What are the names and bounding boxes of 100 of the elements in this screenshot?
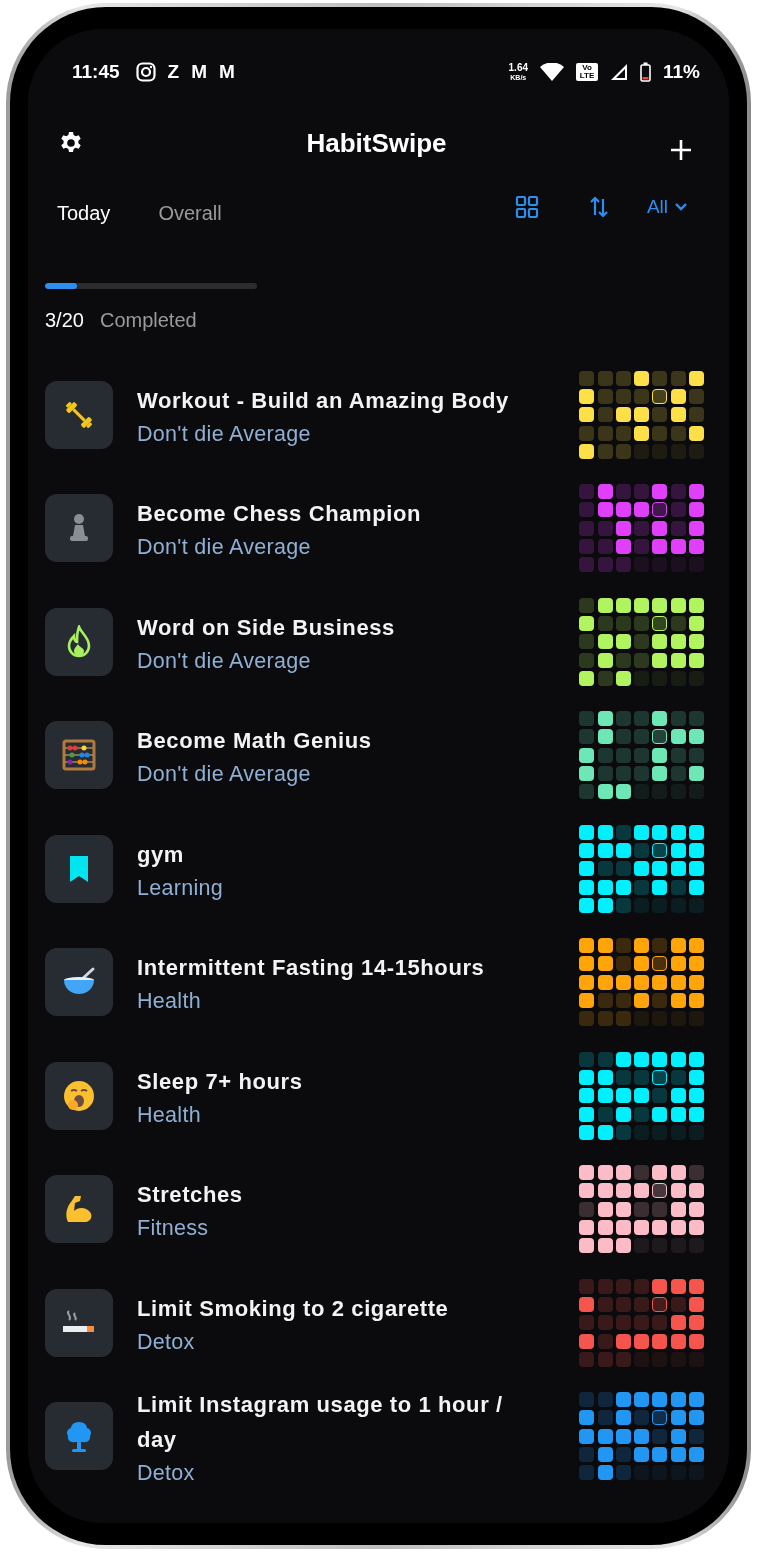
day-cell [634, 615, 650, 631]
day-cell [615, 766, 631, 782]
habit-row[interactable]: Workout - Build an Amazing Body Don't die Average [45, 358, 714, 472]
day-cell [597, 1106, 613, 1122]
habit-row[interactable]: Become Chess Champion Don't die Average [45, 471, 714, 585]
day-cell [579, 557, 595, 573]
habit-category: Learning [137, 875, 225, 901]
bookmark-icon [67, 853, 91, 884]
day-cell [579, 1278, 595, 1294]
sort-icon[interactable] [588, 195, 609, 219]
day-cell [615, 1447, 631, 1463]
day-cell [615, 370, 631, 386]
habit-row[interactable]: Become Math Genius Don't die Average [45, 698, 714, 812]
day-cell [579, 1201, 595, 1217]
habit-row[interactable]: Intermittent Fasting 14-15hours Health [45, 925, 714, 1039]
day-cell [615, 938, 631, 954]
habit-row[interactable]: Sleep 7+ hours Health [45, 1039, 714, 1153]
day-cell [597, 539, 613, 555]
day-cell [579, 711, 595, 727]
status-time: 11:45 [72, 61, 120, 83]
day-cell [652, 502, 668, 518]
day-cell [597, 747, 613, 763]
habit-row[interactable]: Limit Instagram usage to 1 hour / day Detox [45, 1379, 714, 1493]
day-cell [634, 1278, 650, 1294]
day-cell [670, 484, 686, 500]
habit-category: Health [137, 989, 202, 1015]
day-cell [634, 747, 650, 763]
network-speed: 1.64 [508, 63, 528, 73]
habit-row[interactable]: Stretches Fitness [45, 1152, 714, 1266]
day-cell [652, 956, 668, 972]
day-cell [579, 1051, 595, 1067]
habit-row[interactable]: Word on Side Business Don't die Average [45, 585, 714, 699]
habit-category: Detox [137, 1329, 196, 1355]
day-cell [597, 557, 613, 573]
habit-title: gym [137, 840, 186, 869]
day-cell [597, 425, 613, 441]
settings-icon[interactable] [59, 131, 83, 155]
day-cell [652, 388, 668, 404]
habit-title: Limit Instagram usage to 1 hour / day [137, 1390, 504, 1454]
add-icon[interactable] [670, 139, 692, 161]
day-cell [652, 938, 668, 954]
wifi-icon [540, 63, 564, 81]
day-cell [615, 711, 631, 727]
day-cell [597, 443, 613, 459]
day-cell [597, 370, 613, 386]
day-cell [634, 1165, 650, 1181]
day-cell [634, 1069, 650, 1085]
day-cell [597, 1051, 613, 1067]
day-cell [615, 1278, 631, 1294]
habit-title: Become Math Genius [137, 727, 373, 756]
day-cell [689, 711, 704, 727]
day-cell [579, 1465, 595, 1481]
habit-row[interactable]: Limit Smoking to 2 cigarette Detox [45, 1266, 714, 1380]
day-cell [689, 388, 704, 404]
day-cell [652, 842, 668, 858]
day-cell [597, 1296, 613, 1312]
day-cell [615, 1296, 631, 1312]
day-cell [652, 1069, 668, 1085]
progress-count: 3/20 [45, 309, 84, 332]
day-cell [652, 425, 668, 441]
day-cell [615, 1011, 631, 1027]
day-cell [689, 747, 704, 763]
grid-view-icon[interactable] [514, 195, 539, 219]
abacus-icon [62, 739, 96, 772]
day-cell [579, 597, 595, 613]
day-cell [615, 897, 631, 913]
day-cell [597, 407, 613, 423]
day-cell [597, 1410, 613, 1426]
day-cell [634, 520, 650, 536]
day-cell [579, 539, 595, 555]
day-cell [615, 956, 631, 972]
notification-app-glyph: Z [167, 61, 180, 83]
day-cell [597, 1351, 613, 1367]
habit-title: Limit Smoking to 2 cigarette [137, 1294, 450, 1323]
notification-app-glyph: M [191, 61, 207, 83]
habit-title: Intermittent Fasting 14-15hours [137, 954, 486, 983]
day-cell [670, 766, 686, 782]
day-cell [615, 747, 631, 763]
camera-app-icon [135, 62, 156, 82]
day-cell [579, 484, 595, 500]
day-cell [579, 1351, 595, 1367]
day-cell [689, 1165, 704, 1181]
tab[interactable]: Today [45, 193, 123, 233]
day-cell [597, 1315, 613, 1331]
filter-dropdown[interactable]: All [646, 196, 688, 218]
day-cell [634, 711, 650, 727]
day-cell [615, 557, 631, 573]
day-cell [652, 729, 668, 745]
chevron-down-icon [674, 202, 688, 212]
day-cell [615, 652, 631, 668]
habit-category: Don't die Average [137, 421, 312, 447]
day-cell [615, 993, 631, 1009]
tab[interactable]: Overall [146, 193, 234, 233]
habit-row[interactable]: gym Learning [45, 812, 714, 926]
day-cell [652, 1428, 668, 1444]
day-cell [597, 520, 613, 536]
day-cell [579, 1011, 595, 1027]
day-cell [579, 634, 595, 650]
day-cell [615, 1315, 631, 1331]
day-cell [597, 1011, 613, 1027]
